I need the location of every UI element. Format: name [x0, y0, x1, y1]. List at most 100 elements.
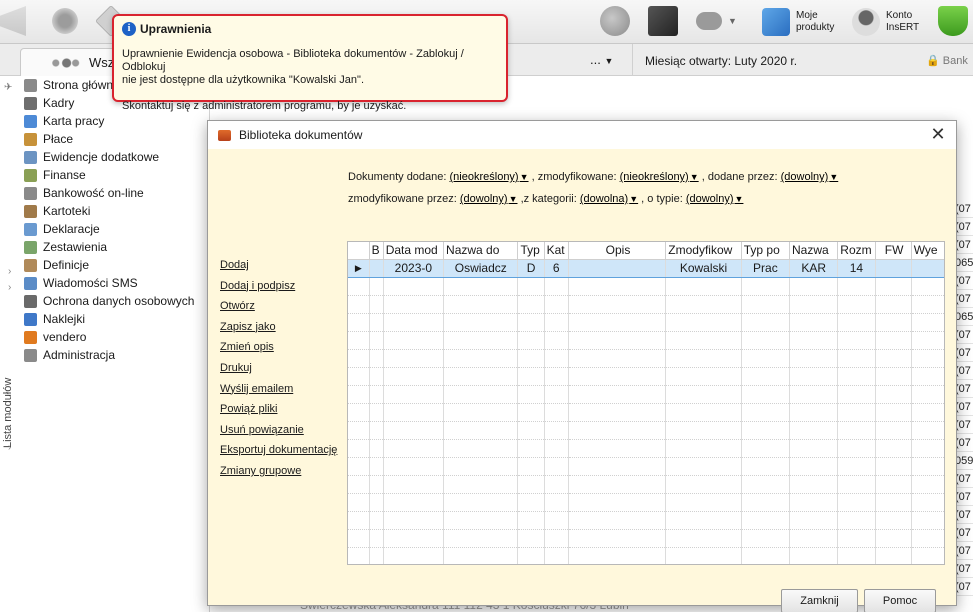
dialog-titlebar[interactable]: Biblioteka dokumentów [208, 121, 956, 149]
action-link[interactable]: Wyślij emailem [220, 383, 337, 404]
background-cell: 059 [955, 452, 973, 470]
empty-cell [369, 313, 384, 332]
box-icon[interactable] [648, 6, 678, 36]
sidebar-item-13[interactable]: Naklejki [24, 310, 85, 328]
column-header[interactable]: Data mod [383, 242, 445, 260]
insert-account-button[interactable]: Konto InsERT [852, 6, 919, 38]
column-header[interactable]: Opis [568, 242, 667, 260]
sidebar-item-label: Administracja [43, 348, 116, 362]
action-link[interactable]: Zmiany grupowe [220, 465, 337, 486]
empty-cell [369, 457, 384, 476]
empty-cell [443, 475, 519, 494]
globe-icon[interactable] [600, 6, 630, 36]
action-link[interactable]: Otwórz [220, 300, 337, 321]
action-link[interactable]: Powiąż pliki [220, 403, 337, 424]
chevron-right-icon[interactable]: › [8, 282, 11, 293]
column-header[interactable]: Typ [517, 242, 545, 260]
filter-modified-by-select[interactable]: (dowolny)▼ [460, 193, 518, 205]
filter-type-label: , o typie: [641, 193, 683, 205]
empty-cell [348, 439, 370, 458]
empty-cell [544, 277, 569, 296]
bank-tab[interactable]: 🔒 Bank [926, 54, 968, 67]
chevron-right-icon[interactable]: › [8, 408, 11, 419]
action-link[interactable]: Dodaj [220, 259, 337, 280]
empty-cell [875, 511, 912, 530]
filter-added-by-select[interactable]: (dowolny)▼ [781, 171, 839, 183]
dialog-body: Dokumenty dodane: (nieokreślony)▼ , zmod… [208, 149, 956, 612]
empty-cell [837, 421, 876, 440]
filter-modified-select[interactable]: (nieokreślony)▼ [620, 171, 699, 183]
table-row[interactable]: ▶ 2023-0 Oswiadcz D 6 Kowalski Prac KAR 14 [348, 258, 944, 278]
filter-category-select[interactable]: (dowolna)▼ [580, 193, 638, 205]
filter-added-select[interactable]: (nieokreślony)▼ [450, 171, 529, 183]
action-link[interactable]: Zapisz jako [220, 321, 337, 342]
sidebar-item-14[interactable]: vendero [24, 328, 86, 346]
chevron-right-icon[interactable]: › [8, 266, 11, 277]
sidebar-item-7[interactable]: Kartoteki [24, 202, 90, 220]
empty-cell [665, 367, 742, 386]
sidebar-item-0[interactable]: Strona główn [24, 76, 113, 94]
chevron-right-icon[interactable]: › [8, 426, 11, 437]
column-header[interactable]: Nazwa do [443, 242, 519, 260]
empty-cell [741, 421, 791, 440]
help-button[interactable]: Pomoc [864, 589, 936, 612]
app-menu-icon[interactable] [0, 6, 26, 36]
coins-icon[interactable] [50, 6, 80, 36]
action-link[interactable]: Usuń powiązanie [220, 424, 337, 445]
library-icon [218, 129, 231, 141]
empty-cell [837, 385, 876, 404]
tooltip-line2: nie jest dostępne dla użytkownika "Kowal… [122, 74, 364, 86]
row-indicator-icon: ▶ [348, 258, 370, 278]
column-header[interactable]: B [369, 242, 384, 260]
empty-cell [348, 511, 370, 530]
my-products-button[interactable]: Moje produkty [762, 6, 834, 38]
close-icon[interactable]: ✕ [928, 125, 948, 145]
column-header[interactable]: Wye [911, 242, 944, 260]
sidebar-item-8[interactable]: Deklaracje [24, 220, 100, 238]
sidebar-item-1[interactable]: Kadry [24, 94, 74, 112]
chevron-right-icon[interactable]: › [8, 442, 11, 453]
column-header[interactable]: Rozm [837, 242, 876, 260]
sidebar-item-10[interactable]: Definicje [24, 256, 89, 274]
action-link[interactable]: Dodaj i podpisz [220, 280, 337, 301]
empty-cell [348, 529, 370, 548]
sidebar-item-3[interactable]: Płace [24, 130, 73, 148]
column-header[interactable]: FW [875, 242, 912, 260]
column-header[interactable]: Nazwa [789, 242, 839, 260]
sidebar-item-label: Ewidencje dodatkowe [43, 150, 160, 164]
column-header[interactable]: Kat [544, 242, 569, 260]
sidebar-item-15[interactable]: Administracja [24, 346, 115, 364]
sidebar-item-4[interactable]: Ewidencje dodatkowe [24, 148, 159, 166]
column-header[interactable]: Zmodyfikow [665, 242, 742, 260]
action-link[interactable]: Drukuj [220, 362, 337, 383]
empty-cell [837, 475, 876, 494]
column-header[interactable] [348, 242, 370, 260]
cloud-icon[interactable] [696, 12, 722, 30]
column-header[interactable]: Typ po [741, 242, 791, 260]
sidebar-item-12[interactable]: Ochrona danych osobowych [24, 292, 194, 310]
filter-type-select[interactable]: (dowolny)▼ [686, 193, 744, 205]
empty-cell [789, 547, 839, 564]
sidebar-item-11[interactable]: Wiadomości SMS [24, 274, 138, 292]
sidebar-item-6[interactable]: Bankowość on-line [24, 184, 144, 202]
action-link[interactable]: Zmień opis [220, 341, 337, 362]
pin-icon[interactable]: ✈ [4, 82, 12, 93]
empty-cell [789, 295, 839, 314]
close-button[interactable]: Zamknij [781, 589, 858, 612]
action-link[interactable]: Eksportuj dokumentację [220, 444, 337, 465]
empty-cell [875, 367, 912, 386]
sidebar-item-2[interactable]: Karta pracy [24, 112, 104, 130]
empty-cell [517, 475, 545, 494]
empty-cell [517, 457, 545, 476]
empty-cell [369, 385, 384, 404]
empty-cell [517, 421, 545, 440]
shield-status-icon[interactable] [938, 6, 968, 36]
sidebar-item-5[interactable]: Finanse [24, 166, 86, 184]
sidebar-item-9[interactable]: Zestawienia [24, 238, 107, 256]
documents-grid[interactable]: B Data mod Nazwa do Typ Kat Opis Zmodyfikow Typ… [347, 241, 945, 565]
chevron-down-icon[interactable]: ▼ [728, 16, 737, 26]
background-cell: (07 [955, 506, 973, 524]
open-month-label: Miesiąc otwarty: Luty 2020 r. [632, 44, 922, 76]
more-options-button[interactable]: ... ▼ [590, 52, 613, 67]
empty-cell [837, 547, 876, 564]
